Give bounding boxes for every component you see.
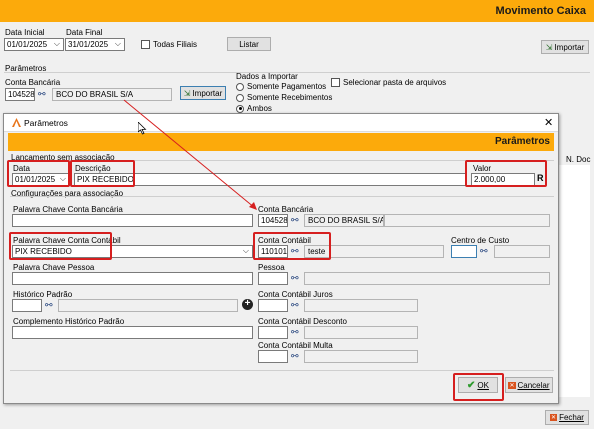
cursor-icon: [138, 122, 147, 135]
annotation-arrow: [123, 99, 257, 210]
